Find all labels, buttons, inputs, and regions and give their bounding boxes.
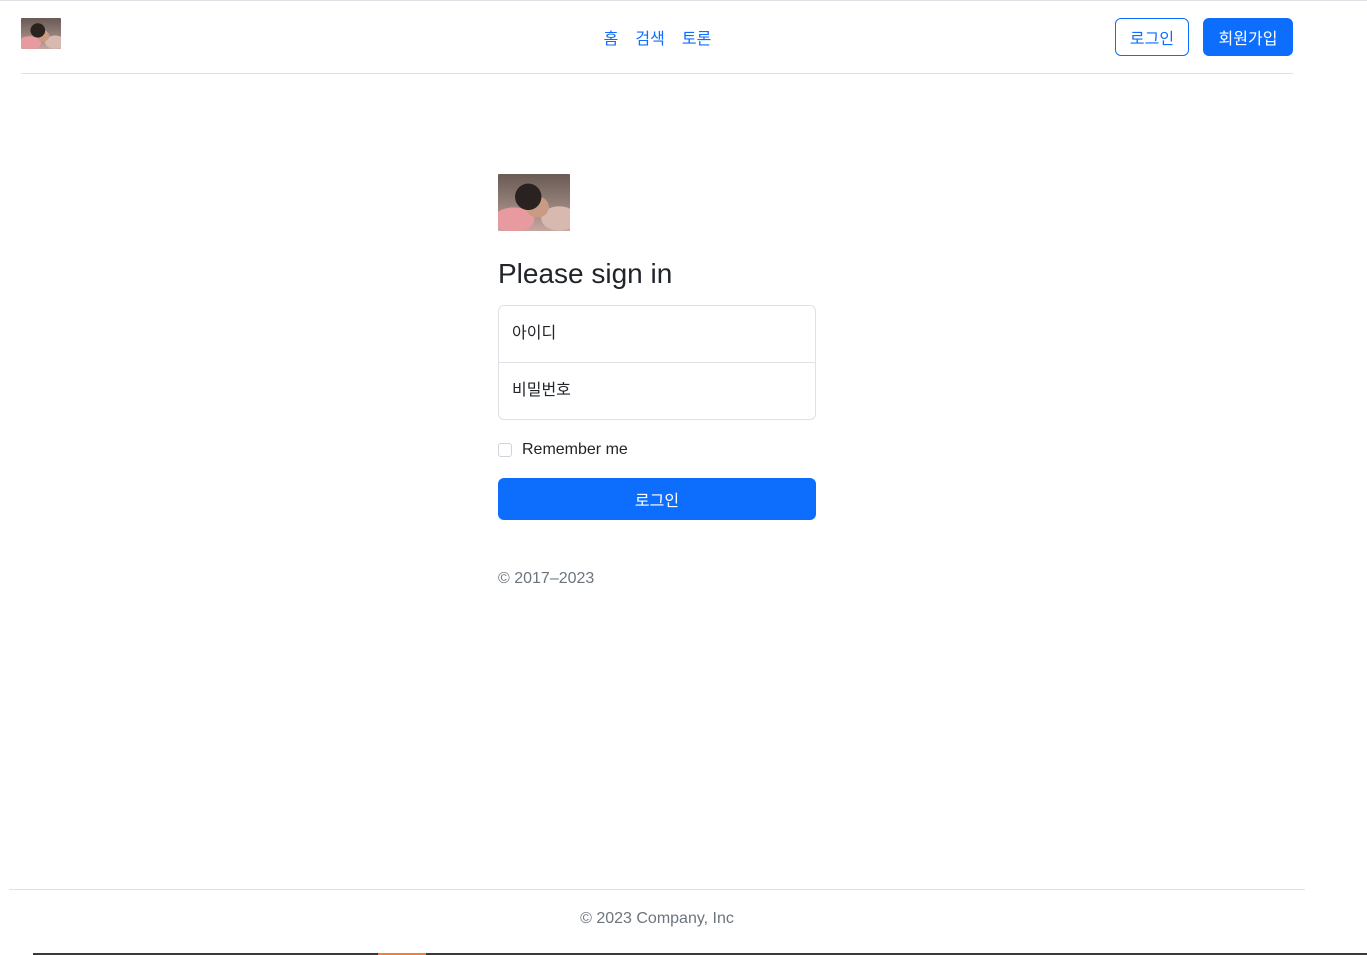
main-nav: 홈 검색 토론 <box>21 1 1293 73</box>
credential-fields <box>498 305 816 420</box>
login-button[interactable]: 로그인 <box>1115 18 1189 56</box>
form-logo-image <box>498 174 570 231</box>
profile-photo-logo[interactable] <box>21 18 61 49</box>
username-input[interactable] <box>498 305 816 363</box>
signin-form: Please sign in Remember me 로그인 © 2017–20… <box>498 174 816 588</box>
site-header: 홈 검색 토론 로그인 회원가입 <box>21 1 1293 74</box>
signup-button[interactable]: 회원가입 <box>1203 18 1293 56</box>
remember-me-checkbox[interactable] <box>498 443 512 457</box>
auth-buttons: 로그인 회원가입 <box>1115 18 1293 56</box>
submit-login-button[interactable]: 로그인 <box>498 478 816 520</box>
site-footer: © 2023 Company, Inc <box>9 889 1305 954</box>
footer-copyright: © 2023 Company, Inc <box>580 910 734 927</box>
remember-me-label[interactable]: Remember me <box>522 441 628 459</box>
password-input[interactable] <box>498 362 816 420</box>
nav-link-search[interactable]: 검색 <box>627 25 672 49</box>
nav-link-discussion[interactable]: 토론 <box>674 25 719 49</box>
nav-link-home[interactable]: 홈 <box>596 25 627 49</box>
form-copyright: © 2017–2023 <box>498 570 595 587</box>
page-title: Please sign in <box>498 258 673 289</box>
remember-me-row: Remember me <box>498 440 816 460</box>
